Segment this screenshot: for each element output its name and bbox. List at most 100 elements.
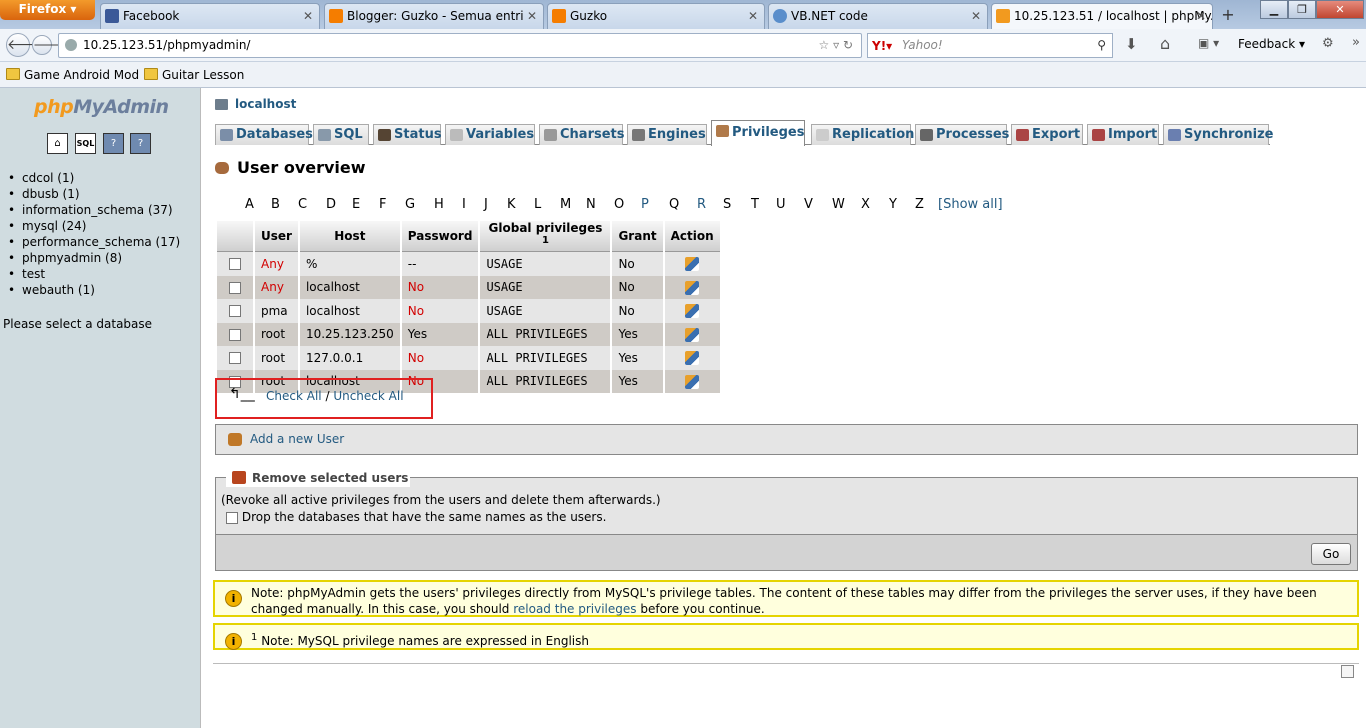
column-header-grant[interactable]: Grant [612, 221, 663, 252]
home-icon[interactable]: ⌂ [1160, 34, 1170, 53]
sql-icon[interactable]: SQL [75, 133, 96, 154]
row-checkbox[interactable] [229, 258, 241, 271]
back-button[interactable]: 🡐 [6, 33, 45, 57]
row-checkbox[interactable] [229, 328, 241, 341]
tab-blogger[interactable]: Blogger: Guzko - Semua entri ✕ [324, 3, 544, 29]
column-header-user[interactable]: User [255, 221, 298, 252]
database-link[interactable]: phpmyadmin (8) [8, 250, 180, 266]
close-icon[interactable]: ✕ [748, 4, 758, 28]
address-bar[interactable]: 10.25.123.51/phpmyadmin/ ☆ ▿ ↻ [58, 33, 862, 58]
cell-password: No [401, 299, 479, 323]
remove-users-fieldset: Remove selected users (Revoke all active… [215, 469, 1358, 534]
column-header-global-privileges[interactable]: Global privileges 1 [480, 221, 611, 252]
tab-synchronize[interactable]: Synchronize [1163, 124, 1274, 145]
search-input[interactable]: Y!▾ Yahoo! ⚲ [867, 33, 1113, 58]
uncheck-all-link[interactable]: Uncheck All [333, 389, 403, 403]
home-icon[interactable]: ⌂ [47, 133, 68, 154]
tab-import[interactable]: Import [1087, 124, 1159, 145]
tab-guzko[interactable]: Guzko ✕ [547, 3, 765, 29]
letter-p[interactable]: P [641, 197, 649, 212]
database-link[interactable]: webauth (1) [8, 282, 180, 298]
show-all-link[interactable]: [Show all] [938, 197, 1003, 212]
edit-privileges-icon[interactable] [685, 327, 700, 342]
bookmarks-menu-icon[interactable]: ▣ ▾ [1198, 36, 1219, 50]
database-link[interactable]: mysql (24) [8, 218, 180, 234]
database-link[interactable]: performance_schema (17) [8, 234, 180, 250]
tab-facebook[interactable]: Facebook ✕ [100, 3, 320, 29]
tab-processes[interactable]: Processes [915, 124, 1009, 145]
search-icon[interactable]: ⚲ [1097, 34, 1106, 57]
add-user-link[interactable]: Add a new User [250, 432, 344, 446]
bookmark-star-icon[interactable]: ☆ ▿ ↻ [819, 34, 853, 57]
letter-r[interactable]: R [697, 197, 706, 212]
firefox-menu-button[interactable]: Firefox ▾ [0, 0, 95, 20]
forward-button[interactable]: 🡒 [32, 35, 65, 55]
letter-k: K [507, 197, 516, 212]
close-icon[interactable]: ✕ [971, 4, 981, 28]
edit-privileges-icon[interactable] [685, 304, 700, 318]
edit-privileges-icon[interactable] [685, 280, 700, 295]
edit-privileges-icon[interactable] [685, 257, 700, 271]
main-frame: localhost Databases SQL Status Variables… [203, 88, 1366, 728]
page-title: User overview [215, 158, 366, 177]
drop-databases-option[interactable]: Drop the databases that have the same na… [226, 510, 606, 524]
row-checkbox[interactable] [229, 352, 241, 365]
phpmyadmin-logo[interactable]: phpMyAdmin [34, 96, 169, 118]
tab-privileges[interactable]: Privileges [711, 120, 805, 146]
maximize-button[interactable]: ❐ [1288, 0, 1316, 19]
cell-privileges: USAGE [480, 252, 611, 276]
tab-charsets[interactable]: Charsets [539, 124, 625, 145]
check-all-link[interactable]: Check All [266, 389, 322, 403]
overflow-icon[interactable]: » [1352, 35, 1360, 50]
tab-replication[interactable]: Replication [811, 124, 914, 145]
english-notice: i 1 Note: MySQL privilege names are expr… [213, 623, 1359, 650]
select-database-hint: Please select a database [3, 317, 153, 331]
docs-icon[interactable]: ? [130, 133, 151, 154]
database-link[interactable]: cdcol (1) [8, 170, 180, 186]
engines-icon [632, 129, 645, 141]
tab-sql[interactable]: SQL [313, 124, 369, 145]
minimize-button[interactable]: ▁ [1260, 0, 1288, 19]
feedback-button[interactable]: Feedback ▾ [1238, 37, 1305, 51]
column-header-password[interactable]: Password [401, 221, 479, 252]
edit-privileges-icon[interactable] [685, 351, 700, 365]
cell-password: Yes [401, 322, 479, 346]
cell-host: localhost [299, 299, 400, 323]
database-link[interactable]: dbusb (1) [8, 186, 180, 202]
tab-status[interactable]: Status [373, 124, 442, 145]
tab-databases[interactable]: Databases [215, 124, 313, 145]
table-cell [217, 322, 253, 346]
drop-databases-checkbox[interactable] [226, 511, 238, 524]
table-row: Any% -- USAGE No [217, 252, 720, 276]
download-icon[interactable]: ⬇ [1125, 35, 1138, 53]
row-checkbox[interactable] [229, 281, 241, 294]
column-header-host[interactable]: Host [299, 221, 400, 252]
remove-users-footer: Go [215, 534, 1358, 571]
help-icon[interactable]: ? [103, 133, 124, 154]
go-button[interactable]: Go [1311, 543, 1351, 565]
bookmark-game-android-mod[interactable]: Game Android Mod [6, 67, 139, 83]
edit-privileges-icon[interactable] [685, 374, 700, 389]
tab-export[interactable]: Export [1011, 124, 1083, 145]
new-tab-button[interactable]: + [1216, 5, 1240, 27]
reload-privileges-link[interactable]: reload the privileges [513, 602, 636, 616]
cell-host: 10.25.123.250 [299, 322, 400, 346]
server-breadcrumb[interactable]: localhost [215, 97, 296, 111]
letter-s: S [723, 197, 732, 212]
tab-variables[interactable]: Variables [445, 124, 535, 145]
cell-user: root [255, 322, 298, 346]
database-link[interactable]: information_schema (37) [8, 202, 180, 218]
tab-engines[interactable]: Engines [627, 124, 707, 145]
database-link[interactable]: test [8, 266, 180, 282]
close-icon[interactable]: ✕ [303, 4, 313, 28]
close-icon[interactable]: ✕ [1196, 4, 1206, 28]
window-close-button[interactable]: ✕ [1316, 0, 1364, 19]
row-checkbox[interactable] [229, 305, 241, 318]
bookmark-guitar-lesson[interactable]: Guitar Lesson [144, 67, 244, 83]
tab-vbnet[interactable]: VB.NET code ✕ [768, 3, 988, 29]
tab-phpmyadmin[interactable]: 10.25.123.51 / localhost | phpMy... ✕ [991, 3, 1213, 29]
close-icon[interactable]: ✕ [527, 4, 537, 28]
page-corner-icon[interactable] [1341, 665, 1354, 678]
addon-icon[interactable]: ⚙ [1322, 36, 1334, 51]
notice-text-end: before you continue. [636, 602, 765, 616]
